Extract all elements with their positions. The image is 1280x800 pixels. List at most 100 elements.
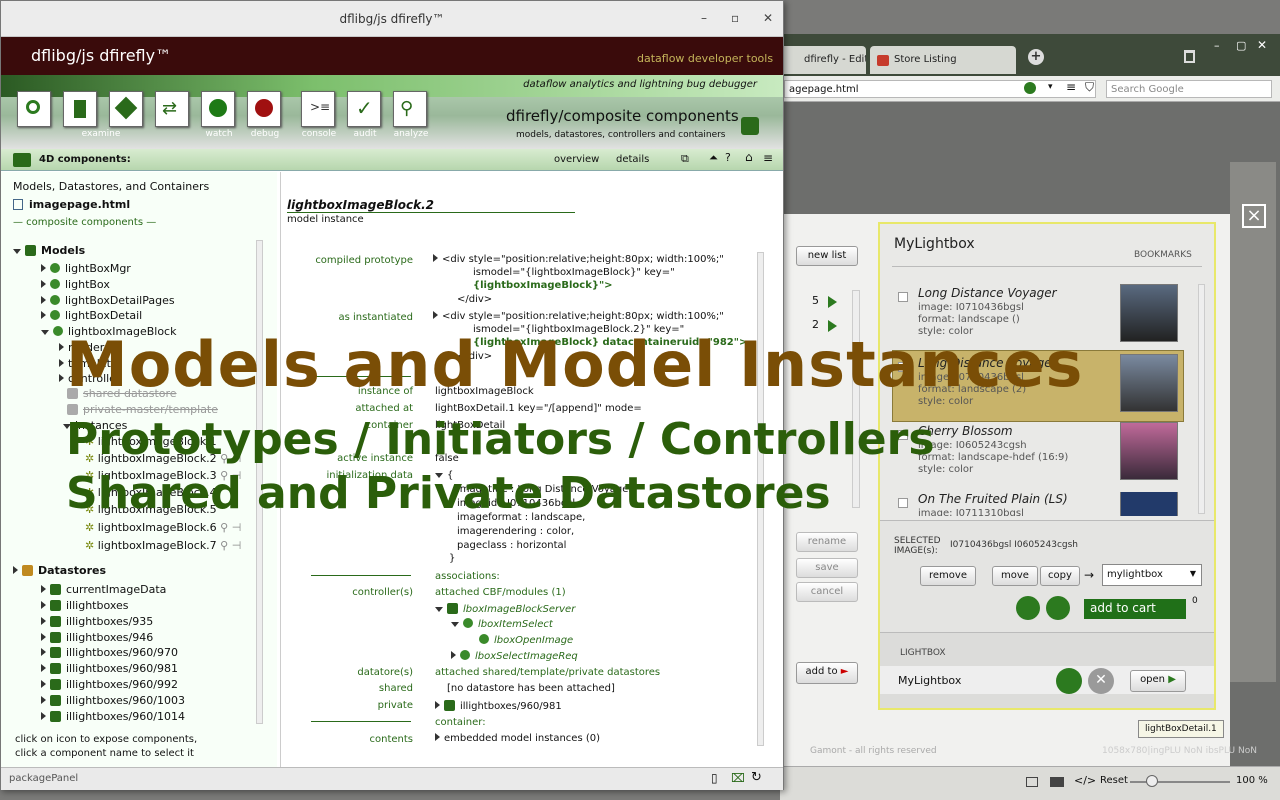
expand-icon[interactable] bbox=[13, 249, 21, 254]
zoom-reset[interactable]: Reset bbox=[1100, 775, 1128, 786]
add-to-cart-button[interactable]: add to cart bbox=[1084, 599, 1186, 619]
tree-item[interactable]: illightboxes/960/970 bbox=[41, 646, 178, 659]
add-to-button[interactable]: add to ► bbox=[796, 662, 858, 684]
close-modal-icon[interactable]: × bbox=[1242, 204, 1266, 228]
expand-icon[interactable] bbox=[433, 254, 438, 262]
ctrl-tree-item[interactable]: lboxOpenImage bbox=[479, 634, 573, 646]
lightbox-item[interactable]: Cherry Blossom image: I0605243cgsh forma… bbox=[894, 422, 1194, 484]
expand-icon[interactable] bbox=[41, 680, 46, 688]
target-list-select[interactable]: mylightbox ▼ bbox=[1102, 564, 1202, 586]
expand-icon[interactable] bbox=[41, 296, 46, 304]
expand-icon[interactable] bbox=[59, 343, 64, 351]
browser-tab-edit-item[interactable]: dfirefly - Edit Item bbox=[780, 46, 866, 74]
image-icon[interactable] bbox=[1050, 777, 1064, 787]
copy-button[interactable]: copy bbox=[1040, 566, 1080, 586]
tree-item[interactable]: lightBoxDetail bbox=[41, 309, 142, 322]
tree-item[interactable]: lightBox bbox=[41, 278, 110, 291]
search-icon[interactable]: ⚲ bbox=[217, 539, 232, 552]
pin-icon[interactable]: ⊣ bbox=[232, 539, 242, 552]
expand-icon[interactable] bbox=[41, 311, 46, 319]
examine-tool-icon[interactable] bbox=[109, 91, 143, 127]
rename-button[interactable]: rename bbox=[796, 532, 858, 552]
pin-icon[interactable]: ⊣ bbox=[232, 521, 242, 534]
arrow-right-icon[interactable] bbox=[828, 296, 837, 308]
minimize-icon[interactable]: – bbox=[701, 11, 707, 25]
expand-icon[interactable] bbox=[59, 374, 64, 382]
close-icon[interactable]: ✕ bbox=[763, 11, 773, 25]
google-search-input[interactable]: Search Google bbox=[1106, 80, 1272, 98]
help-icon[interactable]: ? bbox=[725, 151, 731, 164]
tree-item[interactable]: illightboxes/960/1014 bbox=[41, 710, 185, 723]
lightbox-scrollbar[interactable] bbox=[1198, 284, 1205, 514]
expand-icon[interactable] bbox=[41, 696, 46, 704]
firefly-bug-icon[interactable] bbox=[1024, 82, 1036, 94]
search-icon[interactable]: ⚲ bbox=[217, 521, 232, 534]
dropdown-chevron-icon[interactable]: ▾ bbox=[1048, 82, 1053, 92]
expand-icon[interactable] bbox=[41, 330, 49, 335]
tree-item[interactable]: illightboxes/960/992 bbox=[41, 678, 178, 691]
new-tab-plus-icon[interactable]: + bbox=[1028, 49, 1044, 65]
expand-icon[interactable] bbox=[435, 733, 440, 741]
zoom-thumb[interactable] bbox=[1146, 775, 1158, 787]
debug-tool-icon[interactable] bbox=[247, 91, 281, 127]
new-file-icon[interactable]: ▯ bbox=[711, 771, 718, 785]
refresh-icon[interactable]: ↻ bbox=[751, 770, 762, 785]
tree-item[interactable]: illightboxes/935 bbox=[41, 615, 153, 628]
expand-icon[interactable] bbox=[13, 566, 18, 574]
tree-item[interactable]: illightboxes/946 bbox=[41, 631, 153, 644]
ctrl-tree-item[interactable]: lboxImageBlockServer bbox=[435, 603, 575, 615]
trash-icon[interactable] bbox=[1184, 50, 1195, 63]
expand-icon[interactable] bbox=[41, 617, 46, 625]
item-thumbnail[interactable] bbox=[1120, 284, 1178, 342]
swap-tool-icon[interactable]: ⇄ bbox=[155, 91, 189, 127]
expand-icon[interactable] bbox=[433, 311, 438, 319]
item-thumbnail[interactable] bbox=[1120, 354, 1178, 412]
ctrl-tree-item[interactable]: lboxItemSelect bbox=[451, 618, 553, 630]
tree-file[interactable]: imagepage.html bbox=[13, 198, 130, 211]
tree-datastores[interactable]: Datastores bbox=[13, 564, 106, 577]
item-checkbox[interactable] bbox=[898, 498, 908, 508]
save-button[interactable]: save bbox=[796, 558, 858, 578]
analyze-tool-icon[interactable]: ⚲ bbox=[393, 91, 427, 127]
remove-circle-icon[interactable]: ✕ bbox=[1088, 668, 1114, 694]
tree-models[interactable]: Models bbox=[13, 244, 85, 257]
tree-instance[interactable]: ✲ lightboxImageBlock.6 ⚲ ⊣ bbox=[85, 521, 241, 534]
item-thumbnail[interactable] bbox=[1120, 492, 1178, 516]
expand-icon[interactable] bbox=[41, 712, 46, 720]
expand-icon[interactable] bbox=[435, 701, 440, 709]
tab-overview[interactable]: overview bbox=[554, 154, 599, 165]
reader-icon[interactable]: ≡ bbox=[1066, 80, 1076, 94]
windows-icon[interactable]: ⧉ bbox=[681, 152, 689, 166]
datastore-tool-icon[interactable] bbox=[63, 91, 97, 127]
cancel-button[interactable]: cancel bbox=[796, 582, 858, 602]
maximize-icon[interactable]: ▢ bbox=[1236, 39, 1246, 52]
audit-tool-icon[interactable]: ✓ bbox=[347, 91, 381, 127]
zoom-slider[interactable] bbox=[1130, 781, 1230, 783]
browser-tab-store-listing[interactable]: Store Listing bbox=[870, 46, 1016, 74]
search-tool-icon[interactable] bbox=[17, 91, 51, 127]
expand-icon[interactable] bbox=[41, 664, 46, 672]
private-value[interactable]: illightboxes/960/981 bbox=[435, 700, 562, 712]
tree-item[interactable]: lightBoxMgr bbox=[41, 262, 131, 275]
expand-icon[interactable] bbox=[41, 601, 46, 609]
ctrl-tree-item[interactable]: lboxSelectImageReq bbox=[451, 650, 578, 662]
tree-instance[interactable]: ✲ lightboxImageBlock.7 ⚲ ⊣ bbox=[85, 539, 241, 552]
tree-item[interactable]: illightboxes bbox=[41, 599, 129, 612]
expand-icon[interactable] bbox=[41, 280, 46, 288]
code-icon[interactable]: </> bbox=[1074, 774, 1096, 787]
watch-tool-icon[interactable] bbox=[201, 91, 235, 127]
expand-icon[interactable] bbox=[435, 607, 443, 612]
expand-icon[interactable] bbox=[451, 622, 459, 627]
trash-icon[interactable]: ⌧ bbox=[731, 771, 745, 785]
remove-button[interactable]: remove bbox=[920, 566, 976, 586]
bookmark-icon[interactable]: ⛉ bbox=[1085, 80, 1094, 95]
minimize-icon[interactable]: – bbox=[1214, 39, 1220, 52]
open-button[interactable]: open ▶ bbox=[1130, 670, 1186, 692]
maximize-icon[interactable]: ▫ bbox=[731, 11, 739, 25]
item-thumbnail[interactable] bbox=[1120, 422, 1178, 480]
move-button[interactable]: move bbox=[992, 566, 1038, 586]
tree-item[interactable]: currentImageData bbox=[41, 583, 166, 596]
console-tool-icon[interactable]: >≡ bbox=[301, 91, 335, 127]
email-icon[interactable] bbox=[1046, 596, 1070, 620]
expand-icon[interactable] bbox=[451, 651, 456, 659]
